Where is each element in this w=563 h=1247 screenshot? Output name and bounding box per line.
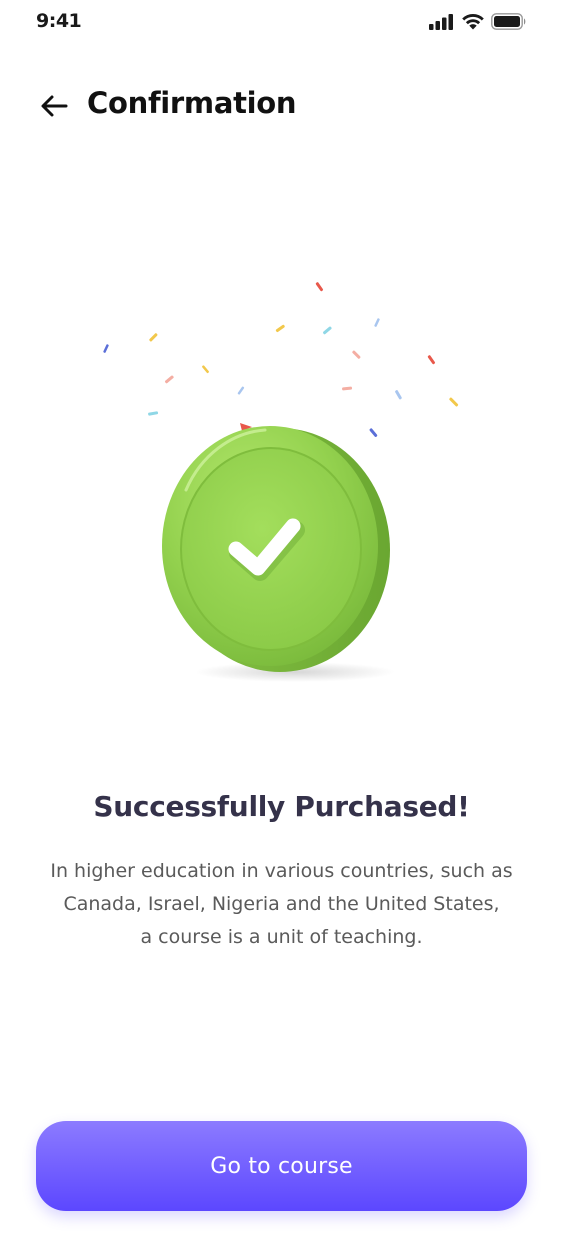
page-title: Confirmation: [87, 86, 297, 120]
description-line: In higher education in various countries…: [50, 860, 513, 882]
check-coin-icon: [103, 282, 459, 682]
status-bar: 9:41: [0, 0, 563, 48]
description-line: a course is a unit of teaching.: [140, 926, 423, 948]
description-line: Canada, Israel, Nigeria and the United S…: [63, 893, 500, 915]
arrow-left-icon: [41, 95, 68, 117]
header: Confirmation: [0, 76, 563, 136]
go-to-course-button[interactable]: Go to course: [36, 1121, 527, 1211]
success-description: In higher education in various countries…: [30, 855, 533, 954]
success-title: Successfully Purchased!: [93, 790, 470, 823]
cellular-signal-icon: [429, 13, 453, 30]
battery-icon: [491, 13, 526, 30]
go-to-course-label: Go to course: [210, 1153, 353, 1179]
wifi-icon: [462, 13, 484, 30]
status-icons: [429, 13, 527, 30]
status-time: 9:41: [36, 10, 82, 32]
back-button[interactable]: [34, 88, 74, 124]
confetti-icon: [103, 282, 459, 437]
success-illustration: [90, 270, 480, 700]
